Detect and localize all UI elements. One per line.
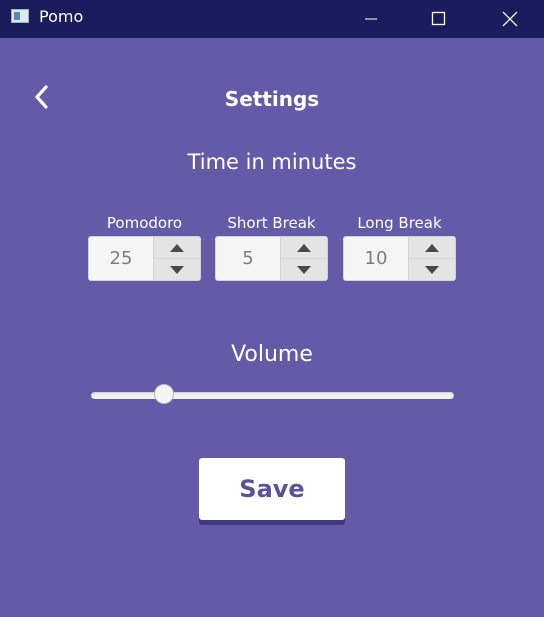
volume-slider-thumb[interactable] [153,384,174,404]
short-break-field: Short Break 5 [215,212,328,281]
volume-slider[interactable] [91,384,454,404]
triangle-up-icon [425,243,439,252]
long-break-decrement-button[interactable] [409,258,455,280]
short-break-stepper: 5 [215,236,328,281]
triangle-down-icon [425,265,439,274]
pomodoro-stepper: 25 [88,236,201,281]
long-break-field: Long Break 10 [343,212,456,281]
short-break-decrement-button[interactable] [281,258,327,280]
close-button[interactable] [487,0,533,38]
triangle-down-icon [170,265,184,274]
minimize-button[interactable] [348,0,394,38]
maximize-button[interactable] [416,0,462,38]
triangle-up-icon [297,243,311,252]
short-break-input[interactable]: 5 [216,237,280,280]
pomodoro-field: Pomodoro 25 [88,212,201,281]
short-break-label: Short Break [227,214,316,232]
page-title: Settings [224,87,320,111]
long-break-label: Long Break [357,214,442,232]
long-break-input[interactable]: 10 [344,237,408,280]
short-break-increment-button[interactable] [281,237,327,258]
app-icon [11,9,29,23]
window-title: Pomo [39,7,84,26]
title-bar: Pomo [0,0,544,38]
triangle-up-icon [170,243,184,252]
maximize-icon [431,11,446,26]
pomodoro-input[interactable]: 25 [89,237,153,280]
triangle-down-icon [297,265,311,274]
close-icon [502,11,518,27]
pomodoro-increment-button[interactable] [154,237,200,258]
volume-title: Volume [231,342,313,367]
pomodoro-label: Pomodoro [106,214,183,232]
long-break-stepper: 10 [343,236,456,281]
save-button[interactable]: Save [199,458,345,520]
minimize-icon [365,18,377,20]
pomodoro-decrement-button[interactable] [154,258,200,280]
time-section-title: Time in minutes [187,150,357,174]
long-break-increment-button[interactable] [409,237,455,258]
